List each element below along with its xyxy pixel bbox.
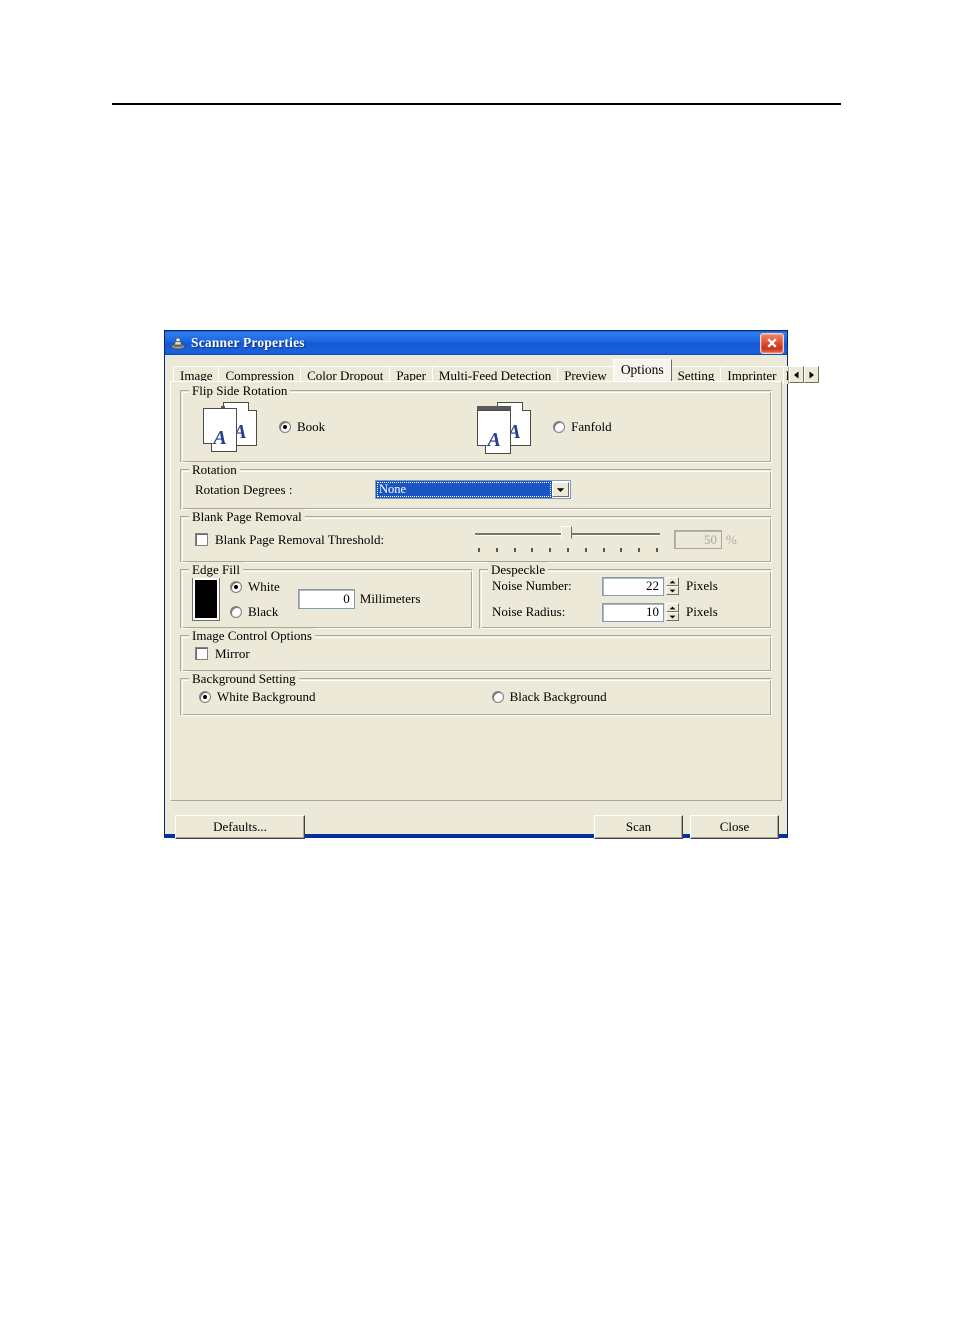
dialog-title: Scanner Properties <box>191 335 305 350</box>
options-tab-page: Flip Side Rotation A A Book A A Fanfold … <box>170 381 782 801</box>
group-blank-page-removal: Blank Page Removal Blank Page Removal Th… <box>180 509 772 563</box>
dialog-titlebar[interactable]: Scanner Properties <box>165 331 787 355</box>
rotation-degrees-label: Rotation Degrees : <box>195 481 293 497</box>
close-button[interactable]: Close <box>690 815 779 839</box>
dialog-client-area: Image Compression Color Dropout Paper Mu… <box>165 355 819 839</box>
radio-indicator-edge-fill-white <box>230 580 242 593</box>
defaults-button[interactable]: Defaults... <box>175 815 305 839</box>
radio-label-edge-fill-black: Black <box>248 603 279 619</box>
radio-label-black-background: Black Background <box>509 689 607 704</box>
scanner-properties-dialog: Scanner Properties Image Compression Col… <box>164 330 819 839</box>
blank-page-threshold-slider[interactable] <box>475 523 660 557</box>
noise-number-input[interactable]: 22 <box>602 576 664 596</box>
checkbox-indicator-mirror <box>195 647 208 660</box>
radio-indicator-edge-fill-black <box>230 605 242 618</box>
group-despeckle: Despeckle Noise Number: 22 Pixels Noise … <box>479 562 772 629</box>
group-title-despeckle: Despeckle <box>488 562 549 578</box>
slider-ticks <box>478 547 658 553</box>
radio-label-white-background: White Background <box>217 689 316 704</box>
tab-strip: Image Compression Color Dropout Paper Mu… <box>170 359 819 384</box>
despeckle-row-noise-number: Noise Number: 22 Pixels <box>492 576 771 596</box>
checkbox-mirror[interactable]: Mirror <box>195 646 250 662</box>
radio-indicator-white-background <box>199 691 211 703</box>
radio-flip-side-fanfold[interactable]: Fanfold <box>553 418 612 435</box>
blank-page-threshold-value[interactable]: 50 <box>674 530 722 549</box>
book-icon-letter-front: A <box>213 426 227 449</box>
edge-fill-color-swatch[interactable] <box>192 577 220 621</box>
radio-label-book: Book <box>297 418 326 434</box>
noise-number-unit: Pixels <box>686 578 718 593</box>
checkbox-indicator-blank-page-threshold <box>195 533 208 546</box>
caret-up-icon <box>669 580 676 583</box>
tab-options[interactable]: Options <box>612 359 672 381</box>
radio-flip-side-book[interactable]: Book <box>279 419 325 435</box>
group-title-flip-side-rotation: Flip Side Rotation <box>189 383 291 399</box>
radio-edge-fill-white[interactable]: White <box>230 579 280 595</box>
group-rotation: Rotation Rotation Degrees : None <box>180 462 772 510</box>
caret-up-icon <box>669 606 676 609</box>
chevron-down-icon <box>556 487 565 492</box>
noise-radius-label: Noise Radius: <box>492 604 566 619</box>
group-background-setting: Background Setting White Background Blac… <box>180 671 772 716</box>
edge-fill-amount-input[interactable]: 0 <box>297 589 355 609</box>
caret-down-icon <box>669 589 676 592</box>
noise-number-spin-down-button[interactable] <box>666 586 679 595</box>
close-icon <box>767 338 777 348</box>
fanfold-pages-icon: A A <box>477 401 535 454</box>
tab-scroll-prev-button[interactable] <box>788 366 804 383</box>
radio-edge-fill-black[interactable]: Black <box>230 604 280 620</box>
noise-number-spinner[interactable] <box>666 577 679 595</box>
checkbox-blank-page-removal-threshold[interactable]: Blank Page Removal Threshold: <box>195 532 475 548</box>
triangle-left-icon <box>793 371 799 378</box>
noise-radius-spinner[interactable] <box>666 603 679 621</box>
radio-white-background[interactable]: White Background <box>199 689 316 705</box>
edge-fill-despeckle-row: Edge Fill White Black 0 Millimeters Desp… <box>180 562 772 629</box>
radio-indicator-black-background <box>491 691 504 703</box>
close-window-button[interactable] <box>760 332 784 354</box>
despeckle-row-noise-radius: Noise Radius: 10 Pixels <box>492 602 771 622</box>
radio-indicator-book <box>279 420 291 433</box>
triangle-right-icon <box>809 371 814 378</box>
noise-radius-spin-up-button[interactable] <box>666 603 679 612</box>
group-title-image-control-options: Image Control Options <box>189 628 315 644</box>
group-image-control-options: Image Control Options Mirror <box>180 628 772 672</box>
radio-label-edge-fill-white: White <box>248 578 280 594</box>
book-pages-icon: A A <box>203 401 261 452</box>
noise-number-spin-up-button[interactable] <box>666 577 679 586</box>
group-edge-fill: Edge Fill White Black 0 Millimeters <box>180 562 473 629</box>
rotation-degrees-value: None <box>376 481 552 498</box>
checkbox-label-mirror: Mirror <box>215 645 250 661</box>
group-title-blank-page-removal: Blank Page Removal <box>189 509 305 525</box>
scan-button[interactable]: Scan <box>594 815 683 839</box>
radio-black-background[interactable]: Black Background <box>491 689 607 705</box>
fanfold-icon-letter-front: A <box>487 428 501 451</box>
radio-label-fanfold: Fanfold <box>571 418 612 434</box>
tab-scroll-next-button[interactable] <box>803 366 819 383</box>
page-header-rule <box>112 103 841 105</box>
dialog-footer: Defaults... Scan Close <box>170 815 782 839</box>
noise-number-label: Noise Number: <box>492 578 572 593</box>
slider-thumb[interactable] <box>561 525 572 546</box>
group-flip-side-rotation: Flip Side Rotation A A Book A A Fanfold <box>180 383 772 463</box>
caret-down-icon <box>669 615 676 618</box>
noise-radius-unit: Pixels <box>686 604 718 619</box>
blank-page-threshold-unit: % <box>726 531 737 547</box>
radio-indicator-fanfold <box>553 420 566 433</box>
noise-radius-input[interactable]: 10 <box>602 602 664 622</box>
rotation-degrees-combobox[interactable]: None <box>375 480 571 499</box>
noise-radius-spin-down-button[interactable] <box>666 612 679 621</box>
group-title-rotation: Rotation <box>189 462 240 478</box>
tab-scroll-buttons <box>788 366 819 383</box>
group-title-background-setting: Background Setting <box>189 671 299 687</box>
rotation-degrees-dropdown-button[interactable] <box>552 482 569 497</box>
group-title-edge-fill: Edge Fill <box>189 562 244 578</box>
edge-fill-amount-unit: Millimeters <box>359 591 421 606</box>
checkbox-label-blank-page-threshold: Blank Page Removal Threshold: <box>215 531 385 547</box>
scanner-icon <box>170 335 186 351</box>
